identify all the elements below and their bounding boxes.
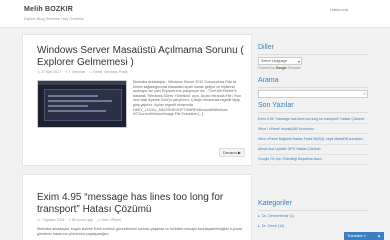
- thumbnail-titlebar: [38, 81, 126, 85]
- powered-by-google-translate[interactable]: Powered by Google Translate: [258, 66, 301, 70]
- site-description: Kişisel Blog Sitesine Hoş Geldiniz: [24, 16, 84, 21]
- post-category[interactable]: Genel, Windows Pratik: [93, 70, 127, 74]
- folder-icon: ▭: [97, 218, 101, 222]
- comment-icon: ✎: [68, 218, 72, 222]
- language-widget-title: Diller: [258, 44, 274, 51]
- recent-post-link[interactable]: Exim 4.95 "message has lines too long fo…: [258, 114, 368, 125]
- post-card: Exim 4.95 “message has lines too long fo…: [22, 174, 252, 240]
- thumbnail-line: [48, 100, 112, 102]
- thumbnail-line: [48, 110, 106, 112]
- post-thumbnail[interactable]: [37, 80, 127, 128]
- divider: [258, 210, 368, 211]
- calendar-icon: ◷: [37, 218, 40, 222]
- post-date[interactable]: 7 Ağustos 2024: [41, 218, 64, 222]
- language-select[interactable]: Select Language ▾: [258, 57, 302, 65]
- thumbnail-line: [48, 95, 98, 97]
- post-excerpt: Merhaba Arkadaşlar , Windows Server 2012…: [133, 80, 241, 117]
- thumbnail-line: [48, 105, 88, 107]
- divider: [258, 54, 368, 55]
- divider: [258, 112, 368, 113]
- recent-post-link[interactable]: Whm / cPanel Imunify360 Kurulumu: [258, 124, 368, 135]
- recent-post-link[interactable]: Whm cPanel Bağlantı Hatası Farklı MySQL …: [258, 134, 368, 145]
- categories-title: Kategoriler: [258, 200, 292, 207]
- folder-icon: ▭: [88, 70, 93, 74]
- post-title[interactable]: Windows Server Masaüstü Açılmama Sorunu …: [37, 45, 247, 69]
- category-link[interactable]: ▸ Dr. Genel (14): [258, 224, 284, 228]
- post-category[interactable]: Nmf / cPanel: [101, 218, 120, 222]
- translate-button-label: Translate »: [347, 234, 366, 238]
- search-widget-title: Arama: [258, 77, 279, 84]
- read-more-button[interactable]: Devamı ▶: [219, 148, 245, 157]
- chevron-down-icon: ▾: [297, 59, 300, 64]
- post-meta: ◷27 Mart 2017 ✎1 Yorumlar ▭Genel, Window…: [37, 70, 130, 74]
- post-title[interactable]: Exim 4.95 “message has lines too long fo…: [37, 192, 247, 216]
- post-meta: ◷7 Ağustos 2024 ✎Bir yorum yap ▭Nmf / cP…: [37, 218, 124, 222]
- folder-icon: ▸: [258, 214, 260, 218]
- post-excerpt: Merhaba arkadaşlar, bugün sizlerle Exim …: [37, 227, 242, 236]
- recent-post-link[interactable]: Google Ön İçin Önbelleği Boşaltma Nasıl: [258, 155, 368, 166]
- search-input[interactable]: ⌕: [258, 90, 368, 98]
- calendar-icon: ◷: [37, 70, 40, 74]
- category-link[interactable]: ▸ Dc. Derecelendir (1): [258, 214, 294, 218]
- nav-link-about[interactable]: Hakkımda: [330, 7, 348, 12]
- google-logo: Google: [275, 66, 287, 70]
- language-select-value: Select Language: [261, 59, 288, 63]
- divider: [258, 87, 368, 88]
- recent-posts-title: Son Yazılar: [258, 102, 294, 109]
- site-title[interactable]: Melih BOZKIR: [24, 6, 73, 13]
- search-icon[interactable]: ⌕: [363, 91, 366, 97]
- recent-posts-list: Exim 4.95 "message has lines too long fo…: [258, 114, 368, 166]
- post-comments[interactable]: Bir yorum yap: [72, 218, 93, 222]
- folder-icon: ▸: [258, 224, 260, 228]
- translate-button[interactable]: Translate » ▲: [344, 232, 384, 240]
- recent-post-link[interactable]: AlmaLinux Update GPG Hatası Çözümü: [258, 145, 368, 155]
- site-header: Melih BOZKIR Kişisel Blog Sitesine Hoş G…: [0, 0, 390, 28]
- comment-icon: ✎: [64, 70, 68, 74]
- chevron-up-icon: ▲: [377, 233, 381, 238]
- post-card: Windows Server Masaüstü Açılmama Sorunu …: [22, 34, 252, 166]
- post-date[interactable]: 27 Mart 2017: [41, 70, 61, 74]
- post-comments[interactable]: 1 Yorumlar: [69, 70, 85, 74]
